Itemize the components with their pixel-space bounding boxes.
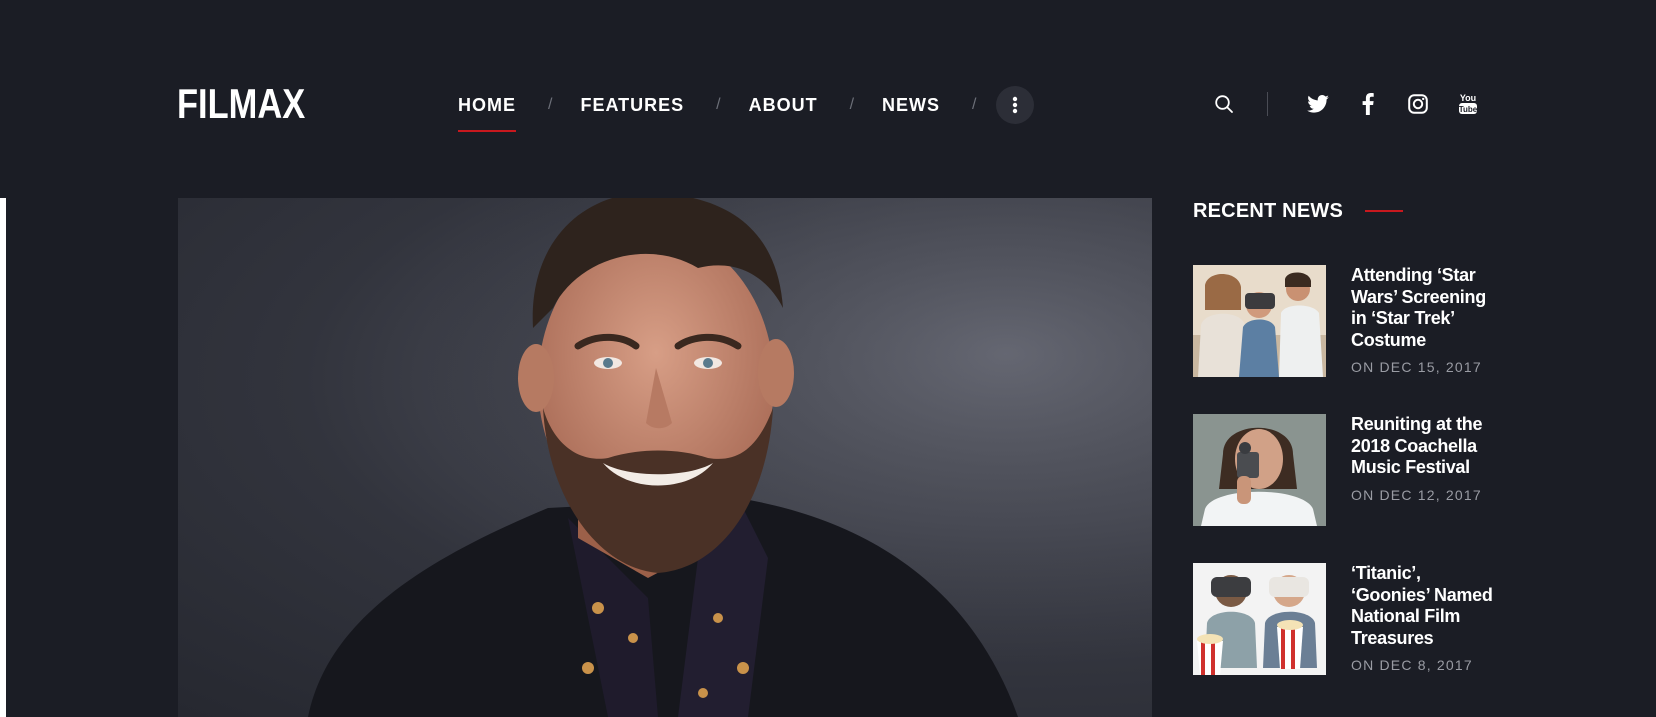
news-date: ON DEC 8, 2017 (1351, 657, 1473, 673)
news-item[interactable]: Attending ‘Star Wars’ Screening in ‘Star… (1193, 265, 1523, 377)
site-logo[interactable]: FILMAX (177, 83, 305, 125)
youtube-icon: You Tube (1459, 93, 1478, 114)
vertical-dots-icon (1013, 96, 1018, 114)
news-item[interactable]: Reuniting at the 2018 Coachella Music Fe… (1193, 414, 1523, 526)
hero-portrait-illustration (178, 198, 1152, 717)
svg-text:You: You (1460, 93, 1476, 103)
nav-item-features[interactable]: FEATURES (580, 85, 684, 125)
search-icon (1215, 95, 1233, 113)
news-item[interactable]: ‘Titanic’, ‘Goonies’ Named National Film… (1193, 563, 1523, 675)
youtube-link[interactable]: You Tube (1456, 92, 1480, 116)
left-edge-strip (0, 198, 6, 717)
svg-text:Tube: Tube (1459, 105, 1478, 114)
nav-separator: / (716, 96, 721, 113)
news-title[interactable]: Attending ‘Star Wars’ Screening in ‘Star… (1351, 265, 1501, 351)
hero-image[interactable] (178, 198, 1152, 717)
social-links: You Tube (1306, 92, 1480, 116)
news-date: ON DEC 15, 2017 (1351, 359, 1482, 375)
news-thumbnail-family-vr (1193, 265, 1326, 377)
recent-news-sidebar: RECENT NEWS Attending ‘Star Wars’ Screen… (1193, 198, 1523, 675)
news-thumbnail[interactable] (1193, 414, 1326, 526)
nav-item-home[interactable]: HOME (458, 85, 516, 132)
recent-news-title: RECENT NEWS (1193, 199, 1343, 222)
header-actions: You Tube (1212, 88, 1480, 120)
main-nav: HOME / FEATURES / ABOUT / NEWS / (458, 85, 1035, 132)
facebook-link[interactable] (1356, 92, 1380, 116)
instagram-icon (1408, 94, 1428, 114)
news-text: ‘Titanic’, ‘Goonies’ Named National Film… (1351, 563, 1501, 675)
nav-separator: / (548, 96, 553, 113)
twitter-icon (1307, 95, 1329, 113)
search-button[interactable] (1212, 92, 1236, 116)
instagram-link[interactable] (1406, 92, 1430, 116)
news-text: Reuniting at the 2018 Coachella Music Fe… (1351, 414, 1501, 526)
more-menu-button[interactable] (996, 86, 1035, 124)
news-text: Attending ‘Star Wars’ Screening in ‘Star… (1351, 265, 1501, 377)
news-thumbnail[interactable] (1193, 563, 1326, 675)
nav-item-news[interactable]: NEWS (882, 85, 940, 125)
twitter-link[interactable] (1306, 92, 1330, 116)
header-divider (1267, 92, 1268, 116)
news-date: ON DEC 12, 2017 (1351, 486, 1482, 503)
title-accent-line (1364, 210, 1403, 212)
nav-item-about[interactable]: ABOUT (749, 85, 818, 125)
news-title[interactable]: ‘Titanic’, ‘Goonies’ Named National Film… (1351, 563, 1501, 649)
news-thumbnail[interactable] (1193, 265, 1326, 377)
news-thumbnail-kids-vr-popcorn (1193, 563, 1326, 675)
nav-separator: / (849, 96, 855, 113)
facebook-icon (1362, 93, 1374, 115)
news-title[interactable]: Reuniting at the 2018 Coachella Music Fe… (1351, 414, 1501, 479)
page: FILMAX HOME / FEATURES / ABOUT / NEWS / (0, 0, 1656, 717)
nav-separator: / (972, 96, 977, 113)
recent-news-header: RECENT NEWS (1193, 198, 1523, 224)
news-thumbnail-camera-man (1193, 414, 1326, 526)
